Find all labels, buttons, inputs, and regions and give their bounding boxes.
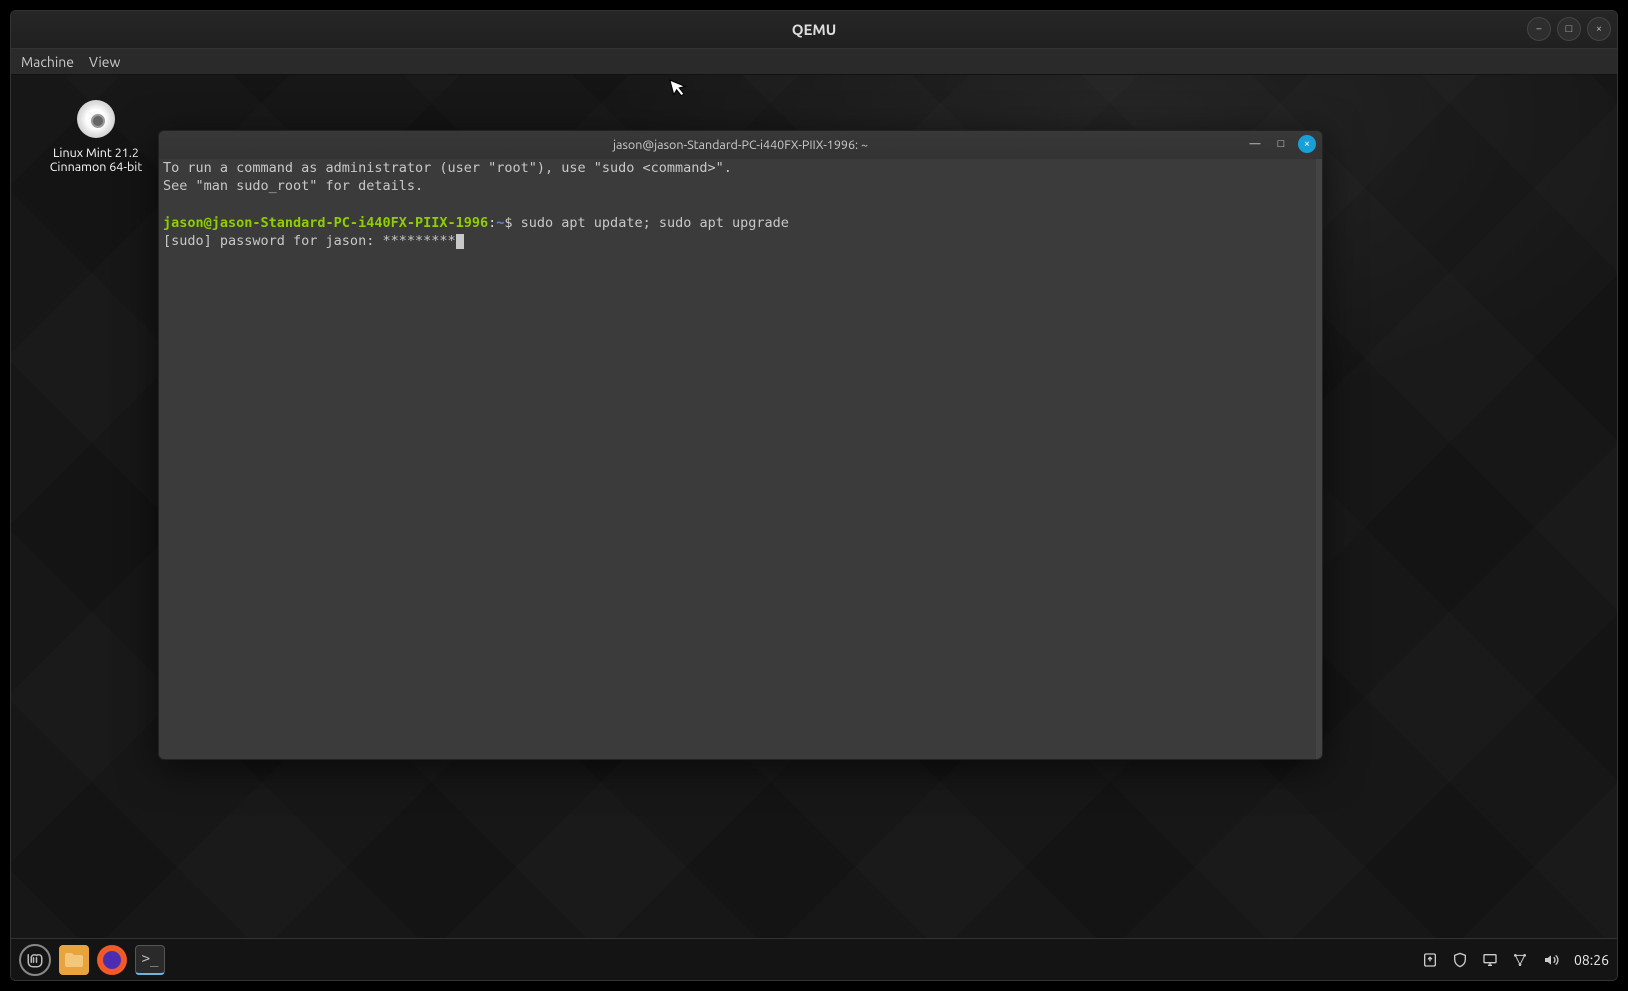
qemu-close-button[interactable]: × [1587, 17, 1611, 41]
guest-viewport: Linux Mint 21.2 Cinnamon 64-bit jason@ja… [11, 75, 1617, 980]
qemu-title: QEMU [792, 21, 837, 38]
guest-desktop[interactable]: Linux Mint 21.2 Cinnamon 64-bit jason@ja… [11, 75, 1617, 980]
menu-machine[interactable]: Machine [21, 54, 74, 70]
taskbar-files-button[interactable] [59, 945, 89, 975]
terminal-icon: >_ [142, 951, 159, 967]
qemu-menubar: Machine View [11, 49, 1617, 75]
mint-logo-icon [26, 951, 44, 969]
prompt-dollar: $ [504, 215, 520, 231]
tray-volume-icon[interactable] [1542, 952, 1560, 968]
terminal-maximize-button[interactable]: □ [1272, 135, 1290, 153]
desktop-icon-install-disc[interactable]: Linux Mint 21.2 Cinnamon 64-bit [41, 100, 151, 174]
desktop-icon-label-2: Cinnamon 64-bit [41, 160, 151, 174]
qemu-application-window: QEMU − □ × Machine View Linux Mint 21.2 … [10, 10, 1618, 981]
tray-updates-icon[interactable] [1422, 952, 1438, 968]
terminal-cursor [456, 234, 464, 249]
menu-view[interactable]: View [89, 54, 120, 70]
system-tray: 08:26 [1422, 952, 1609, 968]
tray-shield-icon[interactable] [1452, 952, 1468, 968]
qemu-titlebar[interactable]: QEMU − □ × [11, 11, 1617, 49]
terminal-motd-line2: See "man sudo_root" for details. [163, 178, 423, 194]
terminal-titlebar[interactable]: jason@jason-Standard-PC-i440FX-PIIX-1996… [159, 131, 1322, 159]
qemu-minimize-button[interactable]: − [1527, 17, 1551, 41]
cd-icon [77, 100, 115, 138]
terminal-close-button[interactable]: × [1298, 135, 1316, 153]
tray-display-icon[interactable] [1482, 952, 1498, 968]
taskbar-firefox-button[interactable] [97, 945, 127, 975]
password-prompt: [sudo] password for jason: [163, 233, 382, 249]
qemu-maximize-button[interactable]: □ [1557, 17, 1581, 41]
terminal-minimize-button[interactable]: — [1246, 135, 1264, 153]
start-menu-button[interactable] [19, 944, 51, 976]
clock[interactable]: 08:26 [1574, 952, 1609, 968]
tray-network-icon[interactable] [1512, 952, 1528, 968]
prompt-user: jason@jason-Standard-PC-i440FX-PIIX-1996 [163, 215, 488, 231]
terminal-window: jason@jason-Standard-PC-i440FX-PIIX-1996… [158, 130, 1323, 760]
taskbar-terminal-button[interactable]: >_ [135, 945, 165, 975]
terminal-body[interactable]: To run a command as administrator (user … [159, 159, 1322, 759]
terminal-command: sudo apt update; sudo apt upgrade [521, 215, 789, 231]
terminal-window-buttons: — □ × [1246, 135, 1316, 153]
terminal-motd-line1: To run a command as administrator (user … [163, 160, 732, 176]
password-mask: ********* [382, 233, 455, 249]
terminal-title: jason@jason-Standard-PC-i440FX-PIIX-1996… [613, 138, 868, 152]
taskbar: >_ [11, 938, 1617, 980]
desktop-icon-label-1: Linux Mint 21.2 [41, 146, 151, 160]
mouse-pointer-icon [669, 75, 690, 98]
folder-icon [64, 952, 84, 968]
qemu-window-buttons: − □ × [1527, 17, 1611, 41]
